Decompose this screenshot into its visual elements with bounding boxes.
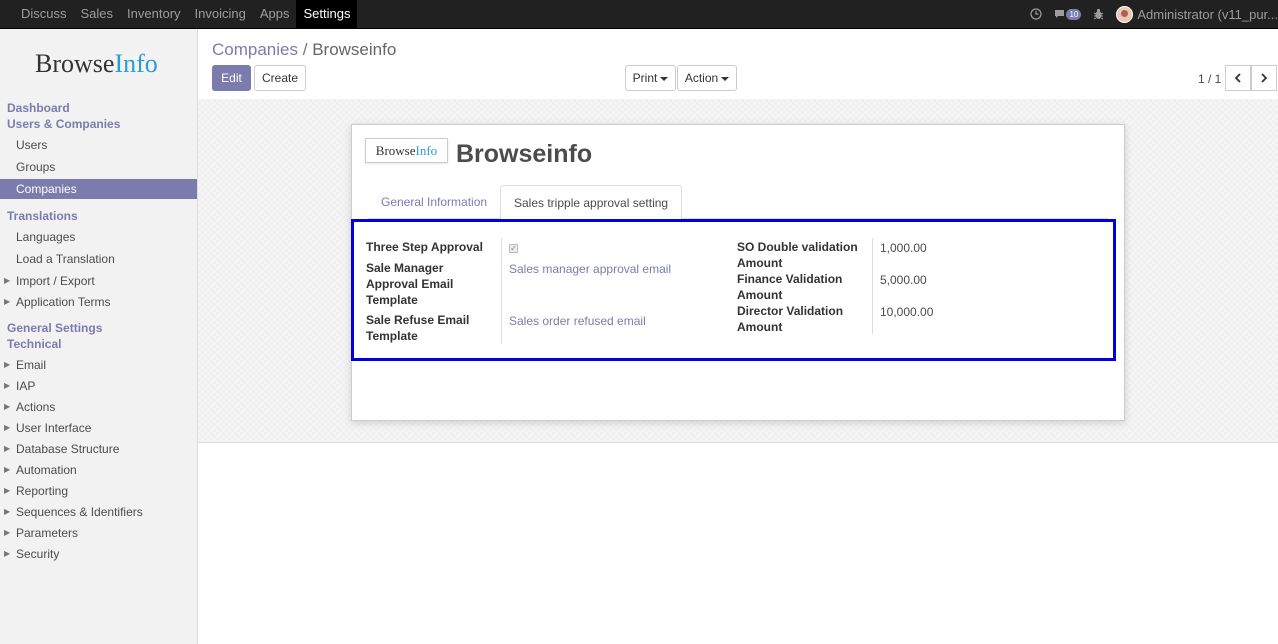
debug-bug-icon[interactable]	[1093, 8, 1104, 20]
caret-right-icon: ▶	[4, 402, 11, 411]
print-dropdown[interactable]: Print	[625, 65, 676, 91]
menu-apps[interactable]: Apps	[253, 0, 297, 28]
director-validation-label-line1: Director Validation	[737, 304, 844, 318]
app-menu: Discuss Sales Inventory Invoicing Apps S…	[14, 0, 358, 28]
caret-down-icon	[721, 76, 730, 81]
sidebar-item-load-translation[interactable]: Load a Translation	[0, 249, 197, 269]
notebook-tabs: General Information Sales tripple approv…	[368, 185, 1108, 220]
company-name: Browseinfo	[456, 140, 593, 168]
sale-manager-template-label-line3: Template	[366, 293, 418, 307]
create-button[interactable]: Create	[254, 65, 306, 91]
pager-next-button[interactable]	[1251, 65, 1277, 91]
caret-right-icon: ▶	[4, 423, 11, 432]
sale-manager-template-label-line1: Sale Manager	[366, 261, 444, 275]
caret-right-icon: ▶	[4, 507, 11, 516]
sidebar-item-user-interface[interactable]: ▶ User Interface	[0, 418, 197, 438]
so-double-validation-value: 1,000.00	[880, 241, 927, 255]
sidebar-item-companies[interactable]: Companies	[0, 179, 197, 199]
sale-manager-template-label-line2: Approval Email	[366, 277, 454, 291]
sidebar-item-application-terms[interactable]: ▶ Application Terms	[0, 292, 197, 312]
sidebar-item-parameters[interactable]: ▶ Parameters	[0, 523, 197, 543]
three-step-approval-label: Three Step Approval	[366, 240, 483, 254]
breadcrumb-separator: /	[302, 40, 308, 59]
menu-settings[interactable]: Settings	[296, 0, 358, 28]
caret-right-icon: ▶	[4, 465, 11, 474]
company-logo: BrowseInfo	[35, 49, 158, 78]
control-panel: Companies / Browseinfo Edit Create Print…	[198, 29, 1278, 99]
form-view: BrowseInfo Browseinfo General Informatio…	[198, 99, 1278, 644]
breadcrumb: Companies / Browseinfo	[212, 40, 396, 60]
activity-clock-icon[interactable]	[1030, 8, 1043, 20]
sidebar-item-users-companies[interactable]: Users & Companies	[0, 114, 197, 134]
chevron-left-icon	[1234, 73, 1241, 83]
finance-validation-label-line2: Amount	[737, 288, 783, 302]
systray: 10 Administrator (v11_pur...	[1030, 0, 1278, 28]
sidebar-item-sequences[interactable]: ▶ Sequences & Identifiers	[0, 502, 197, 522]
tab-sales-approval-setting[interactable]: Sales tripple approval setting	[500, 185, 683, 220]
tab-general-information[interactable]: General Information	[368, 185, 500, 219]
menu-sales[interactable]: Sales	[74, 0, 121, 28]
sidebar-item-security[interactable]: ▶ Security	[0, 544, 197, 564]
sidebar-item-translations[interactable]: Translations	[0, 206, 197, 226]
sidebar-item-iap[interactable]: ▶ IAP	[0, 376, 197, 396]
finance-validation-label-line1: Finance Validation	[737, 272, 843, 286]
top-navbar: Discuss Sales Inventory Invoicing Apps S…	[0, 0, 1278, 29]
user-menu[interactable]: Administrator (v11_pur...	[1137, 7, 1278, 22]
sale-refuse-template-label-line2: Template	[366, 329, 418, 343]
menu-invoicing[interactable]: Invoicing	[188, 0, 253, 28]
breadcrumb-current: Browseinfo	[312, 40, 397, 59]
messages-count-badge: 10	[1066, 8, 1082, 20]
caret-down-icon	[660, 76, 669, 81]
messages-icon[interactable]: 10	[1054, 8, 1082, 20]
user-avatar[interactable]	[1116, 5, 1134, 23]
three-step-approval-checkbox[interactable]: ✓	[509, 244, 518, 253]
sidebar: BrowseInfo Dashboard Users & Companies U…	[0, 29, 198, 644]
caret-right-icon: ▶	[4, 444, 11, 453]
sidebar-item-database-structure[interactable]: ▶ Database Structure	[0, 439, 197, 459]
sidebar-item-technical[interactable]: Technical	[0, 334, 197, 354]
caret-right-icon: ▶	[4, 276, 11, 285]
caret-right-icon: ▶	[4, 360, 11, 369]
caret-right-icon: ▶	[4, 297, 11, 306]
breadcrumb-companies[interactable]: Companies	[212, 40, 298, 59]
director-validation-label-line2: Amount	[737, 320, 783, 334]
menu-inventory[interactable]: Inventory	[120, 0, 187, 28]
company-logo-image[interactable]: BrowseInfo	[365, 138, 448, 163]
sale-refuse-template-link[interactable]: Sales order refused email	[509, 313, 646, 329]
sidebar-item-languages[interactable]: Languages	[0, 227, 197, 247]
field-divider	[872, 238, 873, 334]
sale-refuse-template-label-line1: Sale Refuse Email	[366, 313, 470, 327]
sidebar-item-users[interactable]: Users	[0, 135, 197, 155]
caret-right-icon: ▶	[4, 486, 11, 495]
sale-manager-template-link[interactable]: Sales manager approval email	[509, 261, 671, 277]
pager-value[interactable]: 1 / 1	[1198, 72, 1221, 86]
so-double-validation-label-line1: SO Double validation	[737, 240, 858, 254]
action-dropdown[interactable]: Action	[677, 65, 737, 91]
menu-discuss[interactable]: Discuss	[14, 0, 74, 28]
sidebar-item-actions[interactable]: ▶ Actions	[0, 397, 197, 417]
caret-right-icon: ▶	[4, 528, 11, 537]
sidebar-item-import-export[interactable]: ▶ Import / Export	[0, 271, 197, 291]
sidebar-item-groups[interactable]: Groups	[0, 157, 197, 177]
director-validation-value: 10,000.00	[880, 305, 934, 319]
edit-button[interactable]: Edit	[212, 65, 251, 91]
sidebar-item-reporting[interactable]: ▶ Reporting	[0, 481, 197, 501]
finance-validation-value: 5,000.00	[880, 273, 927, 287]
sidebar-item-email[interactable]: ▶ Email	[0, 355, 197, 375]
chevron-right-icon	[1261, 73, 1268, 83]
so-double-validation-label-line2: Amount	[737, 256, 783, 270]
caret-right-icon: ▶	[4, 549, 11, 558]
sidebar-item-automation[interactable]: ▶ Automation	[0, 460, 197, 480]
pager-previous-button[interactable]	[1225, 65, 1251, 91]
caret-right-icon: ▶	[4, 381, 11, 390]
field-divider	[501, 238, 502, 344]
